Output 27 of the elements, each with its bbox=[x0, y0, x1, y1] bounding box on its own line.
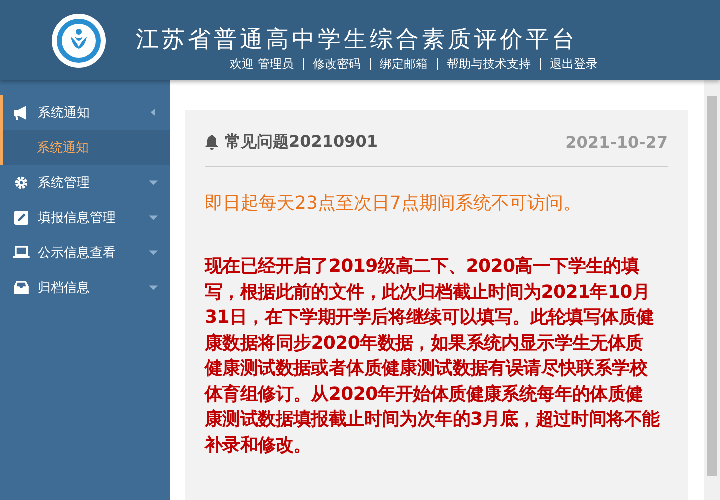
header-link[interactable]: 欢迎 管理员 bbox=[230, 55, 294, 73]
header-link[interactable]: 绑定邮箱 bbox=[380, 55, 428, 73]
bell-icon bbox=[205, 134, 219, 150]
notice-text: 现在已经开启了2019级高二下、2020高一下学生的填写，根据此前的文件，此次归档截止时间为2021年10月31日，在下学期开学后将继续可以填写。此轮填写体质健康数据将同步2020年数据，如果系统内显示学生无体质健康测试数据或者体质健康测试数据有误请尽快联系学校体育组修订。从2020年开始体质健康系统每年的体质健康测试数据填报截止时间为次年的3月底，超过时间将不能补录和修改。 bbox=[205, 255, 660, 458]
caret-icon bbox=[149, 248, 158, 257]
header-link[interactable]: 修改密码 bbox=[313, 55, 361, 73]
scrollbar[interactable] bbox=[704, 80, 720, 500]
caret-icon bbox=[149, 108, 158, 117]
header-link[interactable]: 帮助与技术支持 bbox=[447, 55, 531, 73]
menu-item[interactable]: 填报信息管理 bbox=[0, 200, 170, 235]
logo-icon bbox=[51, 13, 107, 69]
inbox-icon bbox=[13, 281, 30, 294]
notice-title: 常见问题20210901 bbox=[225, 132, 380, 152]
laptop-icon bbox=[13, 246, 30, 259]
caret-icon bbox=[149, 283, 158, 292]
caret-icon bbox=[149, 178, 158, 187]
notice-text: 即日起每天23点至次日7点期间系统不可访问。 bbox=[205, 192, 582, 216]
site-title: 江苏省普通高中学生综合素质评价平台 bbox=[136, 26, 578, 55]
menu-item[interactable]: 公示信息查看 bbox=[0, 235, 170, 270]
menu-item[interactable]: 系统管理 bbox=[0, 165, 170, 200]
caret-icon bbox=[149, 213, 158, 222]
header-link[interactable]: 退出登录 bbox=[550, 55, 598, 73]
notice-date: 2021-10-27 bbox=[566, 132, 668, 152]
menu-item[interactable]: 归档信息 bbox=[0, 270, 170, 305]
gear-icon bbox=[13, 176, 30, 190]
submenu-item[interactable]: 系统通知 bbox=[0, 130, 170, 165]
pencil-icon bbox=[13, 210, 30, 224]
